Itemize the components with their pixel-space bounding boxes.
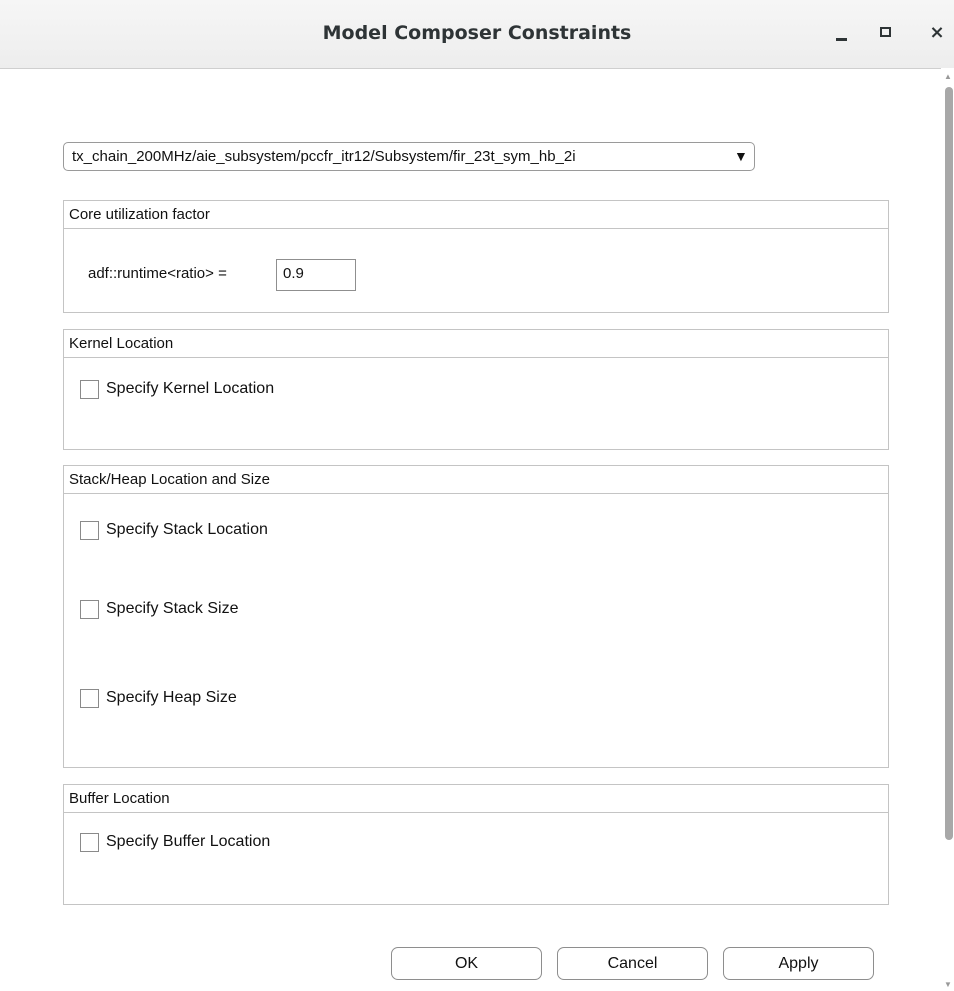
scroll-down-icon[interactable]: ▼ [944, 980, 952, 989]
checkbox-box[interactable] [80, 600, 99, 619]
specify-stack-location-label: Specify Stack Location [106, 521, 268, 538]
kernel-location-title: Kernel Location [69, 335, 174, 352]
checkbox-box[interactable] [80, 521, 99, 540]
title-bar: Model Composer Constraints × [0, 0, 954, 69]
buffer-location-title: Buffer Location [69, 790, 170, 807]
checkbox-box[interactable] [80, 689, 99, 708]
core-utilization-title: Core utilization factor [69, 206, 210, 223]
stack-heap-header: Stack/Heap Location and Size [64, 466, 888, 494]
block-path-selected: tx_chain_200MHz/aie_subsystem/pccfr_itr1… [72, 148, 576, 165]
checkbox-box[interactable] [80, 833, 99, 852]
runtime-ratio-input[interactable]: 0.9 [276, 259, 356, 291]
scrollbar-thumb[interactable] [945, 87, 953, 840]
ok-button[interactable]: OK [391, 947, 542, 980]
vertical-scrollbar[interactable]: ▲ ▼ [941, 68, 954, 991]
kernel-location-header: Kernel Location [64, 330, 888, 358]
core-utilization-group: Core utilization factor adf::runtime<rat… [63, 200, 889, 313]
buffer-location-header: Buffer Location [64, 785, 888, 813]
stack-heap-title: Stack/Heap Location and Size [69, 471, 270, 488]
minimize-button[interactable] [828, 18, 856, 48]
specify-stack-size-label: Specify Stack Size [106, 600, 239, 617]
specify-buffer-location-label: Specify Buffer Location [106, 833, 271, 850]
scroll-up-icon[interactable]: ▲ [944, 72, 952, 81]
buffer-location-group: Buffer Location Specify Buffer Location [63, 784, 889, 905]
window-title: Model Composer Constraints [322, 22, 632, 44]
kernel-location-group: Kernel Location Specify Kernel Location [63, 329, 889, 450]
checkbox-box[interactable] [80, 380, 99, 399]
apply-button[interactable]: Apply [723, 947, 874, 980]
specify-kernel-location-label: Specify Kernel Location [106, 380, 275, 397]
dropdown-arrow-icon: ▼ [734, 148, 748, 164]
core-utilization-header: Core utilization factor [64, 201, 888, 229]
maximize-button[interactable] [872, 18, 900, 48]
block-path-dropdown[interactable]: tx_chain_200MHz/aie_subsystem/pccfr_itr1… [63, 142, 755, 171]
stack-heap-group: Stack/Heap Location and Size Specify Sta… [63, 465, 889, 768]
specify-heap-size-label: Specify Heap Size [106, 689, 237, 706]
runtime-ratio-label: adf::runtime<ratio> = [88, 265, 227, 282]
cancel-button[interactable]: Cancel [557, 947, 708, 980]
close-button[interactable]: × [923, 18, 951, 48]
